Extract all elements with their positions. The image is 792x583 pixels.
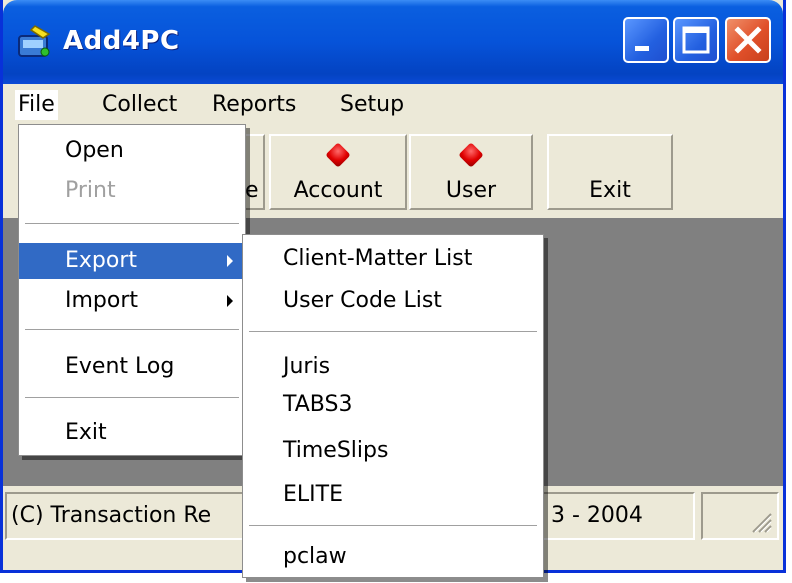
status-year-text: 3 - 2004 xyxy=(551,503,643,528)
menu-setup[interactable]: Setup xyxy=(337,90,407,120)
menu-separator xyxy=(25,329,239,331)
file-menu-event-log[interactable]: Event Log xyxy=(19,349,245,385)
title-bar[interactable]: Add4PC xyxy=(3,0,783,84)
red-indicator-icon xyxy=(458,142,484,168)
menu-file[interactable]: File xyxy=(15,90,58,120)
export-timeslips[interactable]: TimeSlips xyxy=(243,433,543,469)
file-menu-print: Print xyxy=(65,178,116,203)
export-client-matter-list[interactable]: Client-Matter List xyxy=(243,241,543,277)
submenu-arrow-icon xyxy=(227,295,233,307)
red-indicator-icon xyxy=(325,142,351,168)
resize-grip-icon[interactable] xyxy=(747,508,773,534)
file-menu-open[interactable]: Open xyxy=(19,133,245,169)
file-menu-exit[interactable]: Exit xyxy=(19,415,245,451)
minimize-button[interactable] xyxy=(623,17,669,63)
export-submenu: Client-Matter List User Code List Juris … xyxy=(242,234,544,578)
file-menu-dropdown: Open Print Export Import Event Log Exit xyxy=(18,124,246,456)
account-button-label: Account xyxy=(293,178,383,203)
menu-separator xyxy=(249,331,537,333)
export-elite[interactable]: ELITE xyxy=(243,477,543,513)
menu-collect[interactable]: Collect xyxy=(99,90,180,120)
user-button[interactable]: User xyxy=(409,134,533,210)
status-copyright-text: (C) Transaction Re xyxy=(11,503,212,528)
menu-separator xyxy=(25,397,239,399)
toolbar-partial-label: e xyxy=(245,178,259,203)
file-menu-import[interactable]: Import xyxy=(19,283,245,319)
export-juris[interactable]: Juris xyxy=(243,349,543,385)
user-button-label: User xyxy=(445,178,497,203)
window-title: Add4PC xyxy=(63,26,180,56)
maximize-icon xyxy=(682,26,710,54)
maximize-button[interactable] xyxy=(673,17,719,63)
file-menu-export-label: Export xyxy=(65,248,138,273)
menu-bar: File Collect Reports Setup xyxy=(3,84,783,124)
exit-button-label: Exit xyxy=(589,178,631,203)
menu-reports[interactable]: Reports xyxy=(209,90,299,120)
close-button[interactable] xyxy=(725,17,771,63)
exit-button[interactable]: Exit xyxy=(547,134,673,210)
minimize-icon xyxy=(635,46,649,51)
menu-separator xyxy=(249,525,537,527)
export-tabs3[interactable]: TABS3 xyxy=(243,387,543,423)
file-menu-export[interactable]: Export xyxy=(19,243,245,279)
account-button[interactable]: Account xyxy=(269,134,407,210)
close-icon xyxy=(734,26,762,54)
file-menu-import-label: Import xyxy=(65,288,139,313)
add4pc-app-icon xyxy=(18,25,51,57)
submenu-arrow-icon xyxy=(227,255,233,267)
export-user-code-list[interactable]: User Code List xyxy=(243,283,543,319)
menu-separator xyxy=(25,223,239,225)
status-pane-secondary xyxy=(701,492,779,540)
export-pclaw[interactable]: pclaw xyxy=(243,539,543,575)
